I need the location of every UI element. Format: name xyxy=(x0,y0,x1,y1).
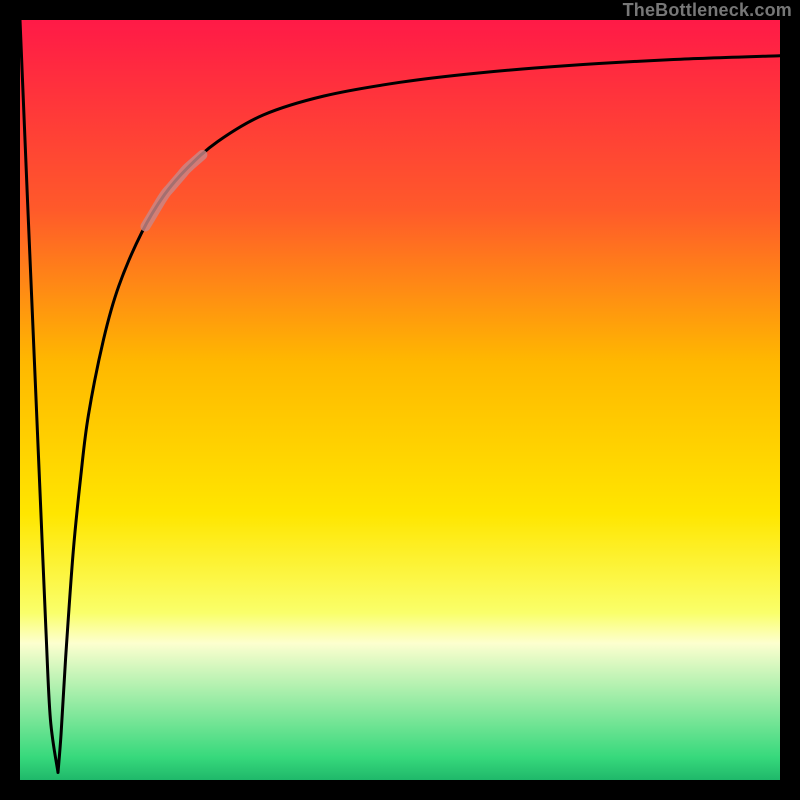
chart-frame: TheBottleneck.com xyxy=(0,0,800,800)
bottleneck-chart xyxy=(20,20,780,780)
watermark-text: TheBottleneck.com xyxy=(623,0,792,21)
gradient-background xyxy=(20,20,780,780)
